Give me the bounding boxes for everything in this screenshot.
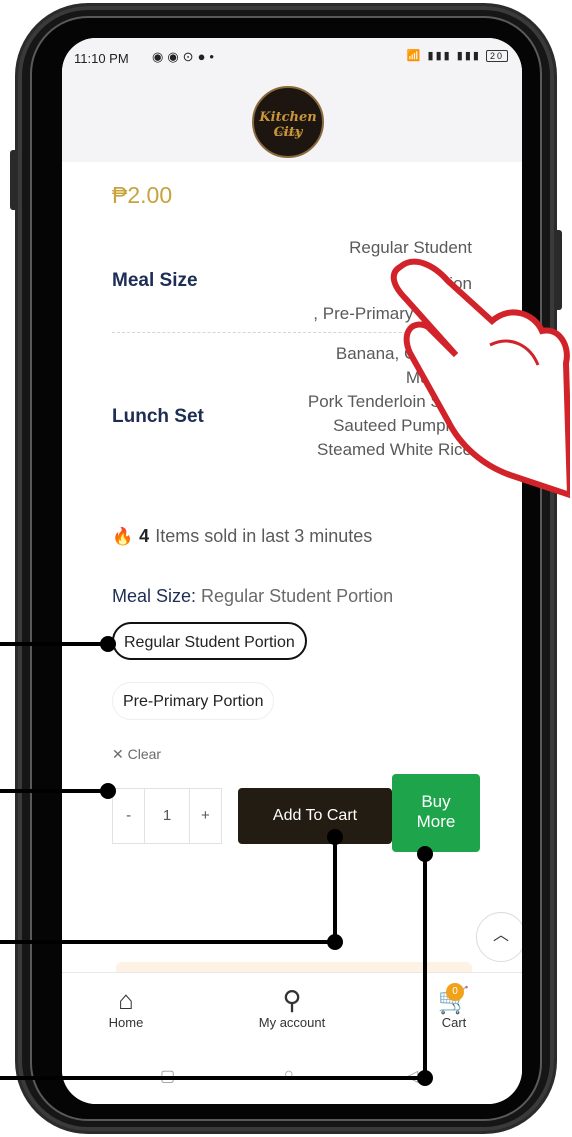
callout-dot-cart-bottom xyxy=(327,934,343,950)
nav-cart-label: Cart xyxy=(441,1015,467,1030)
product-price: ₱2.00 xyxy=(112,182,173,208)
home-circle-icon[interactable]: ○ xyxy=(284,1066,294,1084)
home-icon: ⌂ xyxy=(118,985,134,1015)
clear-label: Clear xyxy=(127,746,162,762)
attribute-label-lunch-set: Lunch Set xyxy=(112,406,204,427)
chevron-up-icon: ︿ xyxy=(492,927,509,944)
callout-dot-buy-top xyxy=(417,846,433,862)
buy-more-line-1: Buy xyxy=(421,792,451,811)
volume-button xyxy=(10,150,18,210)
buy-more-line-2: More xyxy=(416,812,456,831)
attribute-label-meal-size: Meal Size xyxy=(112,270,198,291)
nav-account-label: My account xyxy=(258,1015,326,1030)
close-icon: ✕ xyxy=(112,746,124,762)
flame-icon: 🔥 xyxy=(112,527,134,546)
callout-dot-option xyxy=(100,636,116,652)
logo-sub: EST 2020 xyxy=(274,132,302,138)
callout-dot-quantity xyxy=(100,783,116,799)
selected-option-line: Meal Size: Regular Student Portion xyxy=(112,586,394,606)
kitchen-city-logo[interactable]: Kitchen City EST 2020 xyxy=(252,86,324,158)
nav-my-account[interactable]: ⚲ My account xyxy=(242,985,342,1030)
increase-button[interactable]: + xyxy=(190,789,221,843)
option-pre-primary-portion[interactable]: Pre-Primary Portion xyxy=(112,682,275,720)
hand-shape xyxy=(390,258,570,499)
quantity-stepper[interactable]: - 1 + xyxy=(112,788,222,844)
callout-dot-cart-top xyxy=(327,829,343,845)
user-icon: ⚲ xyxy=(282,985,302,1015)
add-to-cart-button[interactable]: Add To Cart xyxy=(238,788,392,844)
nav-home[interactable]: ⌂ Home xyxy=(96,985,156,1030)
cart-badge: 0 xyxy=(446,983,464,1001)
quantity-value[interactable]: 1 xyxy=(144,789,190,843)
sold-count: 4 xyxy=(139,526,150,546)
sold-text: Items sold in last 3 minutes xyxy=(155,526,373,546)
buy-more-button[interactable]: Buy More xyxy=(392,774,480,852)
notification-icons: ◉◉⊙●• xyxy=(152,49,218,64)
callout-line-cart xyxy=(0,940,337,944)
bottom-navigation: ⌂ Home ⚲ My account 🛒 0 Cart xyxy=(62,972,522,1053)
sold-notice: 🔥 4 Items sold in last 3 minutes xyxy=(112,526,372,547)
battery-icon: 20 xyxy=(485,50,508,62)
callout-line-buy xyxy=(0,1076,427,1080)
scroll-to-top-button[interactable]: ︿ xyxy=(476,912,522,962)
selection-label: Meal Size xyxy=(112,586,192,606)
site-header: Kitchen City EST 2020 xyxy=(62,78,522,163)
selection-value: Regular Student Portion xyxy=(201,586,394,606)
nav-cart[interactable]: 🛒 0 Cart xyxy=(424,983,484,1030)
callout-line-quantity xyxy=(0,789,108,793)
nav-home-label: Home xyxy=(108,1015,144,1030)
status-time: 11:10 PM xyxy=(74,51,129,66)
status-bar: 11:10 PM ◉◉⊙●• 📶 ▮▮▮ ▮▮▮ 20 xyxy=(62,38,522,78)
decrease-button[interactable]: - xyxy=(113,789,144,843)
callout-vline-cart xyxy=(333,836,337,944)
phone-screen: 11:10 PM ◉◉⊙●• 📶 ▮▮▮ ▮▮▮ 20 Kitchen City… xyxy=(62,38,522,1104)
option-regular-student-portion[interactable]: Regular Student Portion xyxy=(112,622,307,660)
clear-selection-link[interactable]: ✕ Clear xyxy=(112,746,161,763)
pointing-hand-icon xyxy=(390,258,570,499)
signal-icons: 📶 ▮▮▮ ▮▮▮ 20 xyxy=(407,49,508,62)
callout-vline-buy xyxy=(423,854,427,1080)
callout-dot-buy-bottom xyxy=(417,1070,433,1086)
callout-line-option xyxy=(0,642,108,646)
